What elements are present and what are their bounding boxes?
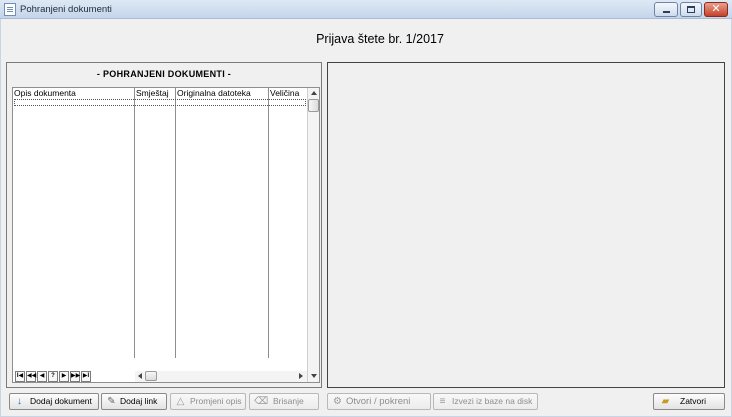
panel-title: - POHRANJENI DOKUMENTI -	[96, 69, 232, 79]
nav-next-page-button[interactable]: ▶▶	[70, 371, 80, 382]
paperclip-icon: ✎	[107, 396, 116, 407]
nav-first-button[interactable]: I◀	[15, 371, 25, 382]
nav-prev-button[interactable]: ◀	[37, 371, 47, 382]
documents-panel: - POHRANJENI DOKUMENTI - Opis dokumenta …	[6, 62, 322, 388]
page-title: Prijava štete br. 1/2017	[316, 32, 444, 46]
delete-button[interactable]: ⌫ Brisanje	[249, 393, 319, 410]
close-button[interactable]: ▰ Zatvori	[653, 393, 725, 410]
minimize-button[interactable]	[654, 2, 678, 17]
column-divider	[175, 88, 176, 358]
arrow-down-plus-icon: ↓	[17, 396, 22, 407]
scroll-thumb[interactable]	[308, 99, 319, 112]
column-header-original-file[interactable]: Originalna datoteka	[176, 88, 269, 99]
folder-open-icon: ▰	[661, 396, 670, 407]
column-header-location[interactable]: Smještaj	[135, 88, 176, 99]
documents-grid[interactable]: Opis dokumenta Smještaj Originalna datot…	[12, 87, 320, 383]
scroll-right-icon[interactable]	[299, 373, 303, 379]
horizontal-scrollbar[interactable]	[135, 371, 307, 382]
add-link-button[interactable]: ✎ Dodaj link	[101, 393, 167, 410]
document-preview-panel	[327, 62, 725, 388]
database-icon: ≡	[439, 396, 446, 407]
minimize-icon	[663, 11, 670, 13]
rename-description-button[interactable]: △ Promjeni opis	[170, 393, 246, 410]
column-divider	[268, 88, 269, 358]
open-run-button[interactable]: ⚙ Otvori / pokreni	[327, 393, 431, 410]
scroll-up-icon[interactable]	[311, 91, 317, 95]
nav-info-button[interactable]: ?	[48, 371, 58, 382]
nav-last-button[interactable]: ▶I	[81, 371, 91, 382]
document-icon	[4, 3, 16, 16]
scroll-left-icon[interactable]	[138, 373, 142, 379]
record-navigator: I◀ ◀◀ ◀ ? ▶ ▶▶ ▶I	[15, 371, 133, 382]
gear-icon: ⚙	[333, 396, 342, 407]
close-window-button[interactable]: ✕	[704, 2, 728, 17]
table-row[interactable]	[14, 99, 306, 106]
title-bar[interactable]: Pohranjeni dokumenti ✕	[0, 0, 732, 19]
column-header-size[interactable]: Veličina	[269, 88, 307, 99]
column-header-description[interactable]: Opis dokumenta	[13, 88, 135, 99]
nav-next-button[interactable]: ▶	[59, 371, 69, 382]
maximize-button[interactable]	[680, 2, 702, 17]
column-divider	[134, 88, 135, 358]
scroll-thumb[interactable]	[145, 371, 157, 381]
nav-prev-page-button[interactable]: ◀◀	[26, 371, 36, 382]
vertical-scrollbar[interactable]	[307, 88, 319, 382]
export-to-disk-button[interactable]: ≡ Izvezi iz baze na disk	[433, 393, 538, 410]
add-document-button[interactable]: ↓ Dodaj dokument	[9, 393, 99, 410]
triangle-icon: △	[176, 396, 185, 407]
eraser-icon: ⌫	[254, 396, 269, 407]
maximize-icon	[687, 6, 695, 13]
window-title: Pohranjeni dokumenti	[20, 4, 112, 15]
scroll-down-icon[interactable]	[311, 374, 317, 378]
close-icon: ✕	[711, 3, 721, 15]
